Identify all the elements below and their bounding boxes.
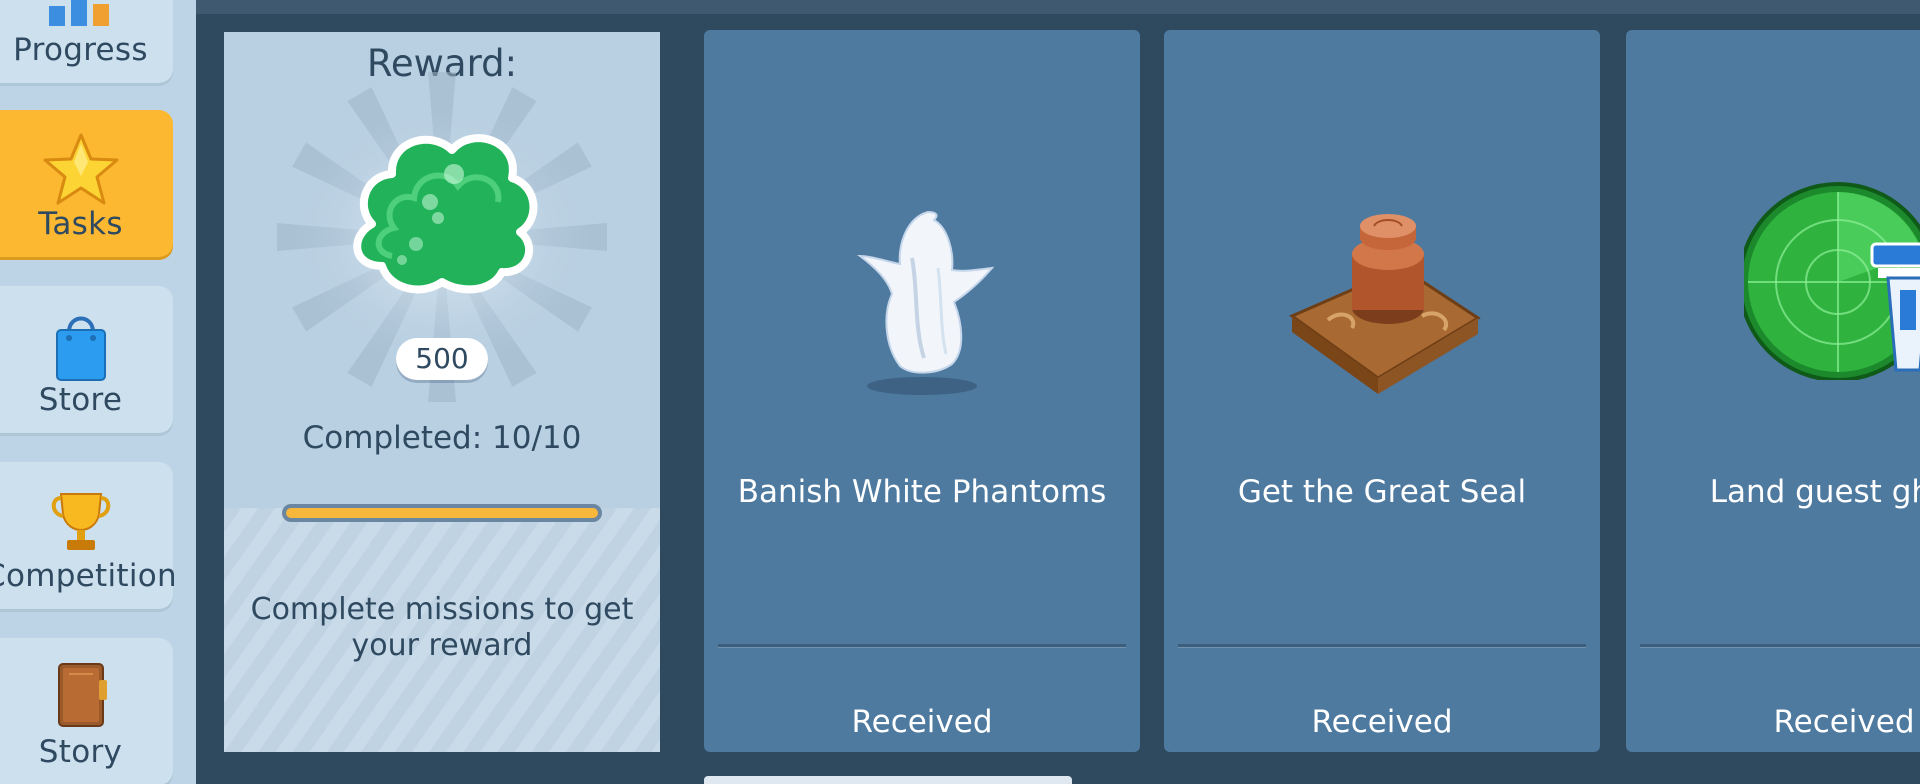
star-icon — [43, 133, 118, 205]
reward-hint-text: Complete missions to get your reward — [250, 592, 634, 663]
sidebar-item-tasks[interactable]: Tasks — [0, 110, 173, 260]
sidebar-item-label: Store — [38, 382, 123, 418]
task-title: Get the Great Seal — [1237, 474, 1527, 510]
reward-amount-badge: 500 — [396, 338, 488, 380]
progress-chart-icon — [48, 0, 109, 26]
sidebar: Progress Tasks Store Competition Story — [0, 0, 196, 784]
horizontal-scroll-indicator[interactable] — [704, 776, 1072, 784]
card-divider — [1640, 644, 1920, 648]
task-title: Land guest ghost — [1709, 474, 1920, 510]
card-divider — [718, 644, 1126, 648]
task-status: Received — [1773, 704, 1915, 740]
tasks-screen: Progress Tasks Store Competition Story R… — [0, 0, 1920, 784]
sidebar-item-store[interactable]: Store — [0, 286, 173, 436]
sidebar-item-competition[interactable]: Competition — [0, 462, 177, 612]
book-icon — [57, 663, 107, 727]
task-card-banish-white-phantoms[interactable]: Banish White Phantoms Received — [704, 30, 1140, 752]
white-phantom-icon — [856, 210, 995, 395]
task-status: Received — [851, 704, 993, 740]
card-divider — [1178, 644, 1586, 648]
task-card-land-guest-ghost[interactable]: Land guest ghost Received — [1626, 30, 1920, 752]
green-slime-icon — [353, 134, 538, 294]
task-title: Banish White Phantoms — [737, 474, 1107, 510]
reward-progress-bar — [282, 504, 602, 522]
trophy-icon — [51, 493, 110, 550]
reward-progress-fill — [286, 508, 598, 518]
completed-counter: Completed: 10/10 — [302, 420, 582, 456]
sidebar-item-label: Story — [38, 734, 123, 770]
top-bar-strip — [196, 0, 1920, 14]
shopping-bag-icon — [55, 316, 106, 381]
radar-tower-icon — [1744, 182, 1920, 380]
reward-panel: Reward: 500 Completed: 10/10 Complete mi… — [224, 32, 660, 752]
task-status: Received — [1311, 704, 1453, 740]
sidebar-item-story[interactable]: Story — [0, 638, 173, 784]
sidebar-item-progress[interactable]: Progress — [0, 0, 173, 86]
sidebar-item-label: Competition — [0, 558, 178, 594]
task-card-get-the-great-seal[interactable]: Get the Great Seal Received — [1164, 30, 1600, 752]
sidebar-item-label: Tasks — [38, 206, 123, 242]
great-seal-icon — [1288, 214, 1481, 394]
sidebar-item-label: Progress — [13, 32, 148, 68]
